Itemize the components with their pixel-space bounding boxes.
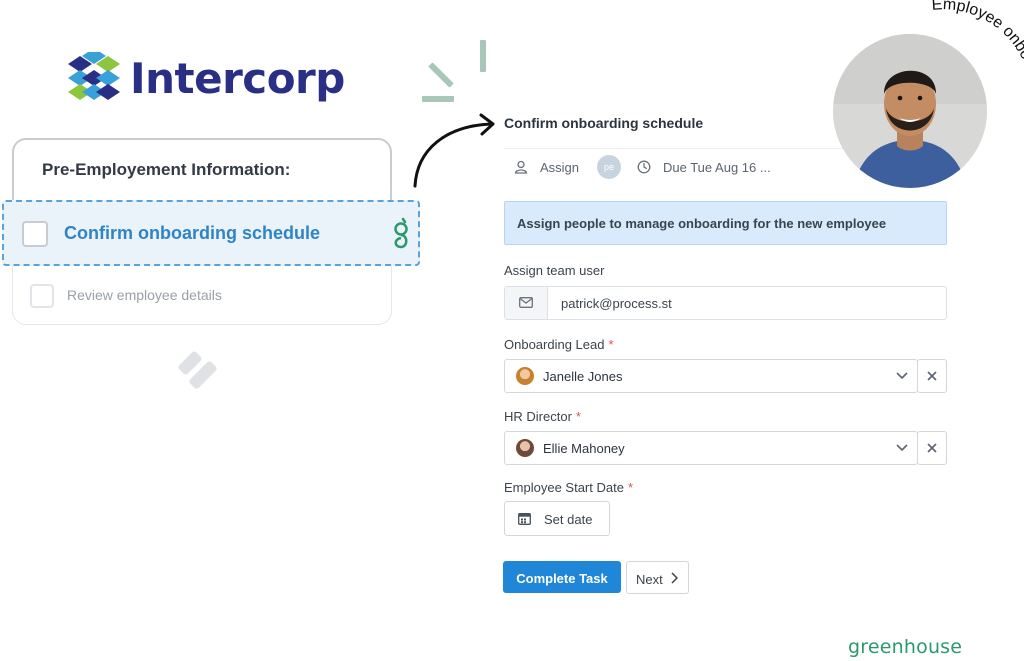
onboarding-lead-label-text: Onboarding Lead xyxy=(504,337,605,352)
checklist-title: Pre-Employement Information: xyxy=(42,160,291,179)
required-mark: * xyxy=(608,337,614,352)
intercorp-logo: Intercorp xyxy=(66,48,345,112)
mail-icon xyxy=(519,297,533,308)
required-mark: * xyxy=(627,480,634,495)
info-banner: Assign people to manage onboarding for t… xyxy=(504,201,947,245)
user-icon xyxy=(514,160,528,174)
assign-button[interactable]: Assign xyxy=(540,160,579,175)
active-item-label: Confirm onboarding schedule xyxy=(64,223,321,243)
next-button[interactable]: Next xyxy=(626,561,689,594)
hr-director-value: Ellie Mahoney xyxy=(543,441,625,456)
employee-onboarding-curved-caption: Employee onboarding xyxy=(931,0,1024,104)
calendar-icon xyxy=(518,513,531,525)
chevron-down-icon[interactable] xyxy=(895,440,909,454)
onboarding-lead-label: Onboarding Lead * xyxy=(504,337,614,352)
team-user-email-field[interactable]: patrick@process.st xyxy=(504,286,947,320)
curved-caption-textpath: Employee onboarding xyxy=(931,0,1024,104)
next-label: Next xyxy=(636,572,663,587)
brand-name: Intercorp xyxy=(130,54,345,103)
hr-director-label-text: HR Director xyxy=(504,409,572,424)
start-date-label: Employee Start Date * xyxy=(504,480,633,495)
item-checkbox[interactable] xyxy=(30,284,54,308)
avatar xyxy=(516,367,534,385)
required-mark: * xyxy=(575,409,581,424)
intercorp-logo-mark-icon xyxy=(68,48,120,100)
set-date-label: Set date xyxy=(544,512,593,527)
team-user-email-value: patrick@process.st xyxy=(561,296,672,311)
greenhouse-g-icon xyxy=(394,217,408,249)
avatar xyxy=(516,439,534,457)
team-user-label: Assign team user xyxy=(504,263,605,278)
hr-director-label: HR Director * xyxy=(504,409,581,424)
info-banner-text: Assign people to manage onboarding for t… xyxy=(517,216,887,231)
chevron-down-icon[interactable] xyxy=(895,368,909,382)
checklist-header: Pre-Employement Information: xyxy=(12,138,392,202)
onboarding-lead-select[interactable]: Janelle Jones xyxy=(504,359,918,393)
chevron-right-icon xyxy=(671,572,678,584)
item-label: Review employee details xyxy=(67,287,222,303)
start-date-label-text: Employee Start Date xyxy=(504,480,624,495)
greenhouse-logo: greenhouse xyxy=(848,636,963,658)
onboarding-lead-value: Janelle Jones xyxy=(543,369,623,384)
task-title: Confirm onboarding schedule xyxy=(504,115,704,131)
curved-arrow xyxy=(413,113,495,188)
assignee-avatar[interactable]: pe xyxy=(597,155,621,179)
active-item-checkbox[interactable] xyxy=(22,221,48,247)
close-icon xyxy=(927,443,937,453)
due-date[interactable]: Due Tue Aug 16 ... xyxy=(663,160,771,175)
clear-onboarding-lead-button[interactable] xyxy=(917,359,947,393)
complete-task-label: Complete Task xyxy=(516,571,608,586)
hr-director-select[interactable]: Ellie Mahoney xyxy=(504,431,918,465)
active-checklist-item[interactable]: Confirm onboarding schedule xyxy=(2,200,420,266)
process-street-icon xyxy=(178,351,217,389)
email-prefix xyxy=(505,287,548,319)
complete-task-button[interactable]: Complete Task xyxy=(503,561,621,593)
clear-hr-director-button[interactable] xyxy=(917,431,947,465)
set-date-button[interactable]: Set date xyxy=(504,501,610,536)
checklist-item[interactable]: Review employee details xyxy=(12,275,388,320)
sparkle-decoration xyxy=(422,40,486,102)
clock-icon xyxy=(637,160,651,174)
curved-caption-text: Employee onboarding xyxy=(931,0,1024,104)
close-icon xyxy=(927,371,937,381)
